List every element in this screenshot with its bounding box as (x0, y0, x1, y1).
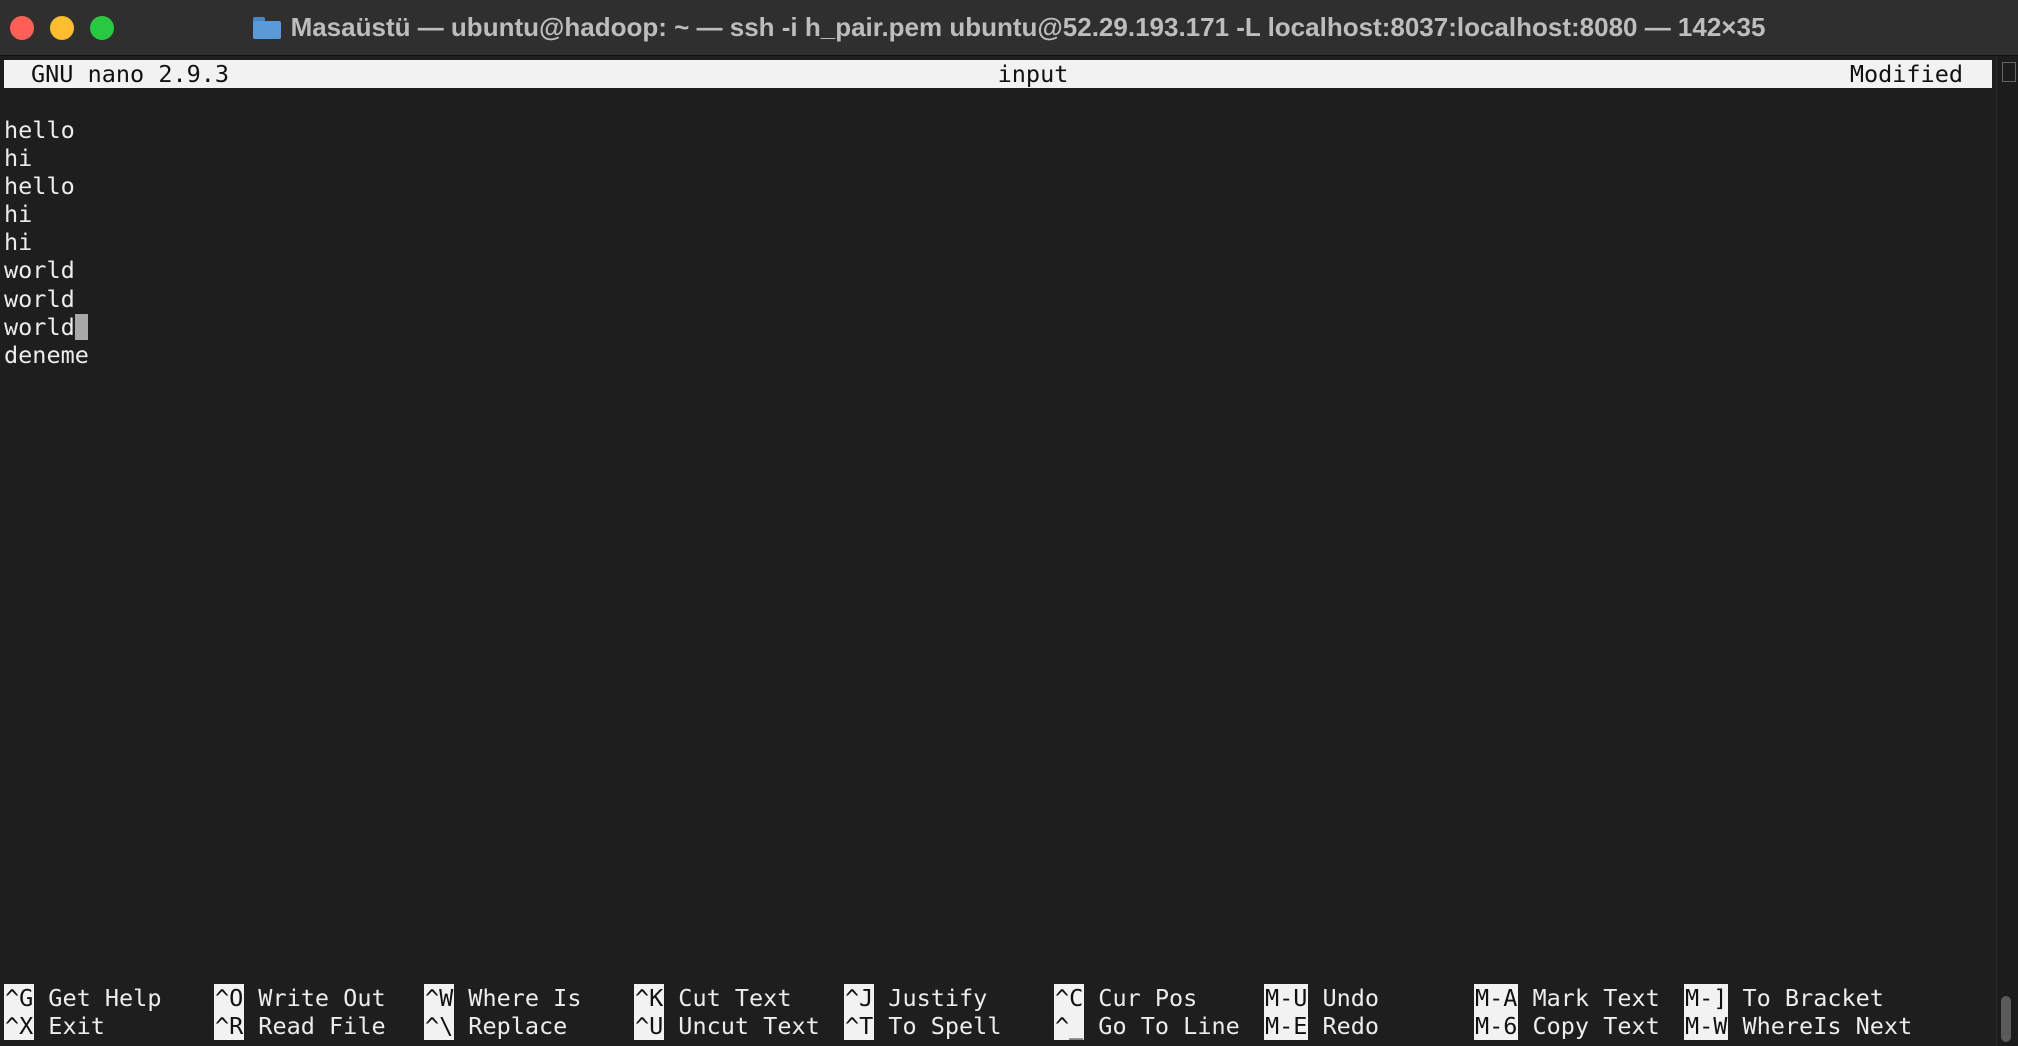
buffer-line[interactable]: hi (4, 144, 89, 172)
buffer-line[interactable]: hello (4, 172, 89, 200)
text-cursor (74, 313, 88, 340)
shortcut-label: Justify (888, 984, 988, 1012)
shortcut-key: ^T (844, 1012, 875, 1041)
shortcut-label: Write Out (258, 984, 386, 1012)
shortcut-key: M-W (1684, 1012, 1729, 1041)
shortcut-label: Undo (1322, 984, 1380, 1012)
shortcut-label: Where Is (468, 984, 582, 1012)
shortcut-label: Mark Text (1532, 984, 1660, 1012)
shortcut-label: Go To Line (1098, 1012, 1240, 1041)
shortcut-key: ^X (4, 1012, 35, 1041)
shortcut-label: To Spell (888, 1012, 1002, 1041)
shortcut-label: Uncut Text (678, 1012, 820, 1041)
shortcut-key: M-U (1264, 984, 1309, 1012)
shortcut-cut-text[interactable]: ^K Cut Text (634, 984, 791, 1012)
title-bar[interactable]: Masaüstü — ubuntu@hadoop: ~ — ssh -i h_p… (0, 0, 2018, 56)
shortcut-uncut-text[interactable]: ^U Uncut Text (634, 1012, 820, 1041)
shortcut-justify[interactable]: ^J Justify (844, 984, 987, 1012)
shortcut-label: WhereIs Next (1742, 1012, 1913, 1041)
buffer-line[interactable]: world (4, 285, 89, 313)
shortcut-read-file[interactable]: ^R Read File (214, 1012, 386, 1041)
nano-title-bar: GNU nano 2.9.3 input Modified (4, 60, 1992, 88)
shortcut-label: Copy Text (1532, 1012, 1660, 1041)
shortcut-cur-pos[interactable]: ^C Cur Pos (1054, 984, 1197, 1012)
current-line-text[interactable]: world (4, 313, 75, 341)
shortcut-replace[interactable]: ^\ Replace (424, 1012, 568, 1041)
shortcut-go-to-line[interactable]: ^_ Go To Line (1054, 1012, 1240, 1041)
buffer-line[interactable]: hello (4, 116, 89, 144)
scrollbar-thumb[interactable] (2001, 996, 2011, 1042)
shortcut-label: Get Help (48, 984, 162, 1012)
shortcut-label: To Bracket (1742, 984, 1884, 1012)
shortcut-to-spell[interactable]: ^T To Spell (844, 1012, 1002, 1041)
title-wrap: Masaüstü — ubuntu@hadoop: ~ — ssh -i h_p… (0, 0, 2018, 55)
buffer-line[interactable]: world (4, 256, 89, 284)
shortcut-where-is[interactable]: ^W Where Is (424, 984, 581, 1012)
shortcut-exit[interactable]: ^X Exit (4, 1012, 105, 1041)
folder-icon (252, 16, 281, 39)
shortcut-key: M-E (1264, 1012, 1309, 1041)
shortcut-get-help[interactable]: ^G Get Help (4, 984, 161, 1012)
nano-editor[interactable]: GNU nano 2.9.3 input Modified hello hi h… (0, 56, 1996, 1046)
terminal-window: Masaüstü — ubuntu@hadoop: ~ — ssh -i h_p… (0, 0, 2018, 1046)
window-title: Masaüstü — ubuntu@hadoop: ~ — ssh -i h_p… (290, 12, 1766, 42)
shortcut-key: ^G (4, 984, 35, 1012)
scroll-marker-icon (2002, 62, 2016, 82)
buffer-line[interactable]: hi (4, 228, 89, 256)
text-buffer[interactable]: hello hi hello hi hi world world world d… (4, 116, 89, 369)
shortcut-copy-text[interactable]: M-6 Copy Text (1474, 1012, 1660, 1041)
shortcut-key: M-] (1684, 984, 1729, 1012)
shortcut-to-bracket[interactable]: M-] To Bracket (1684, 984, 1884, 1012)
shortcut-key: M-6 (1474, 1012, 1519, 1041)
shortcut-whereis-next[interactable]: M-W WhereIs Next (1684, 1012, 1913, 1041)
shortcut-key: ^O (214, 984, 245, 1012)
shortcut-key: M-A (1474, 984, 1519, 1012)
shortcut-label: Read File (258, 1012, 386, 1041)
buffer-line[interactable]: deneme (4, 341, 89, 369)
shortcut-mark-text[interactable]: M-A Mark Text (1474, 984, 1660, 1012)
shortcut-label: Exit (48, 1012, 105, 1041)
shortcut-label: Cur Pos (1098, 984, 1198, 1012)
shortcut-undo[interactable]: M-U Undo (1264, 984, 1379, 1012)
shortcut-key: ^\ (424, 1012, 455, 1041)
vertical-scrollbar[interactable] (1996, 56, 2018, 1046)
shortcut-write-out[interactable]: ^O Write Out (214, 984, 386, 1012)
buffer-line[interactable]: hi (4, 200, 89, 228)
shortcut-label: Cut Text (678, 984, 792, 1012)
shortcut-key: ^W (424, 984, 455, 1012)
buffer-line-current[interactable]: world (4, 313, 89, 341)
shortcut-label: Redo (1322, 1012, 1380, 1041)
shortcut-key: ^C (1054, 984, 1085, 1012)
shortcut-key: ^R (214, 1012, 245, 1041)
shortcut-key: ^K (634, 984, 665, 1012)
shortcut-key: ^_ (1054, 1012, 1085, 1041)
nano-filename: input (997, 60, 1069, 88)
shortcut-redo[interactable]: M-E Redo (1264, 1012, 1380, 1041)
shortcut-label: Replace (468, 1012, 568, 1041)
nano-modified-status: Modified (1849, 60, 1963, 88)
shortcut-key: ^J (844, 984, 875, 1012)
shortcut-key: ^U (634, 1012, 665, 1041)
